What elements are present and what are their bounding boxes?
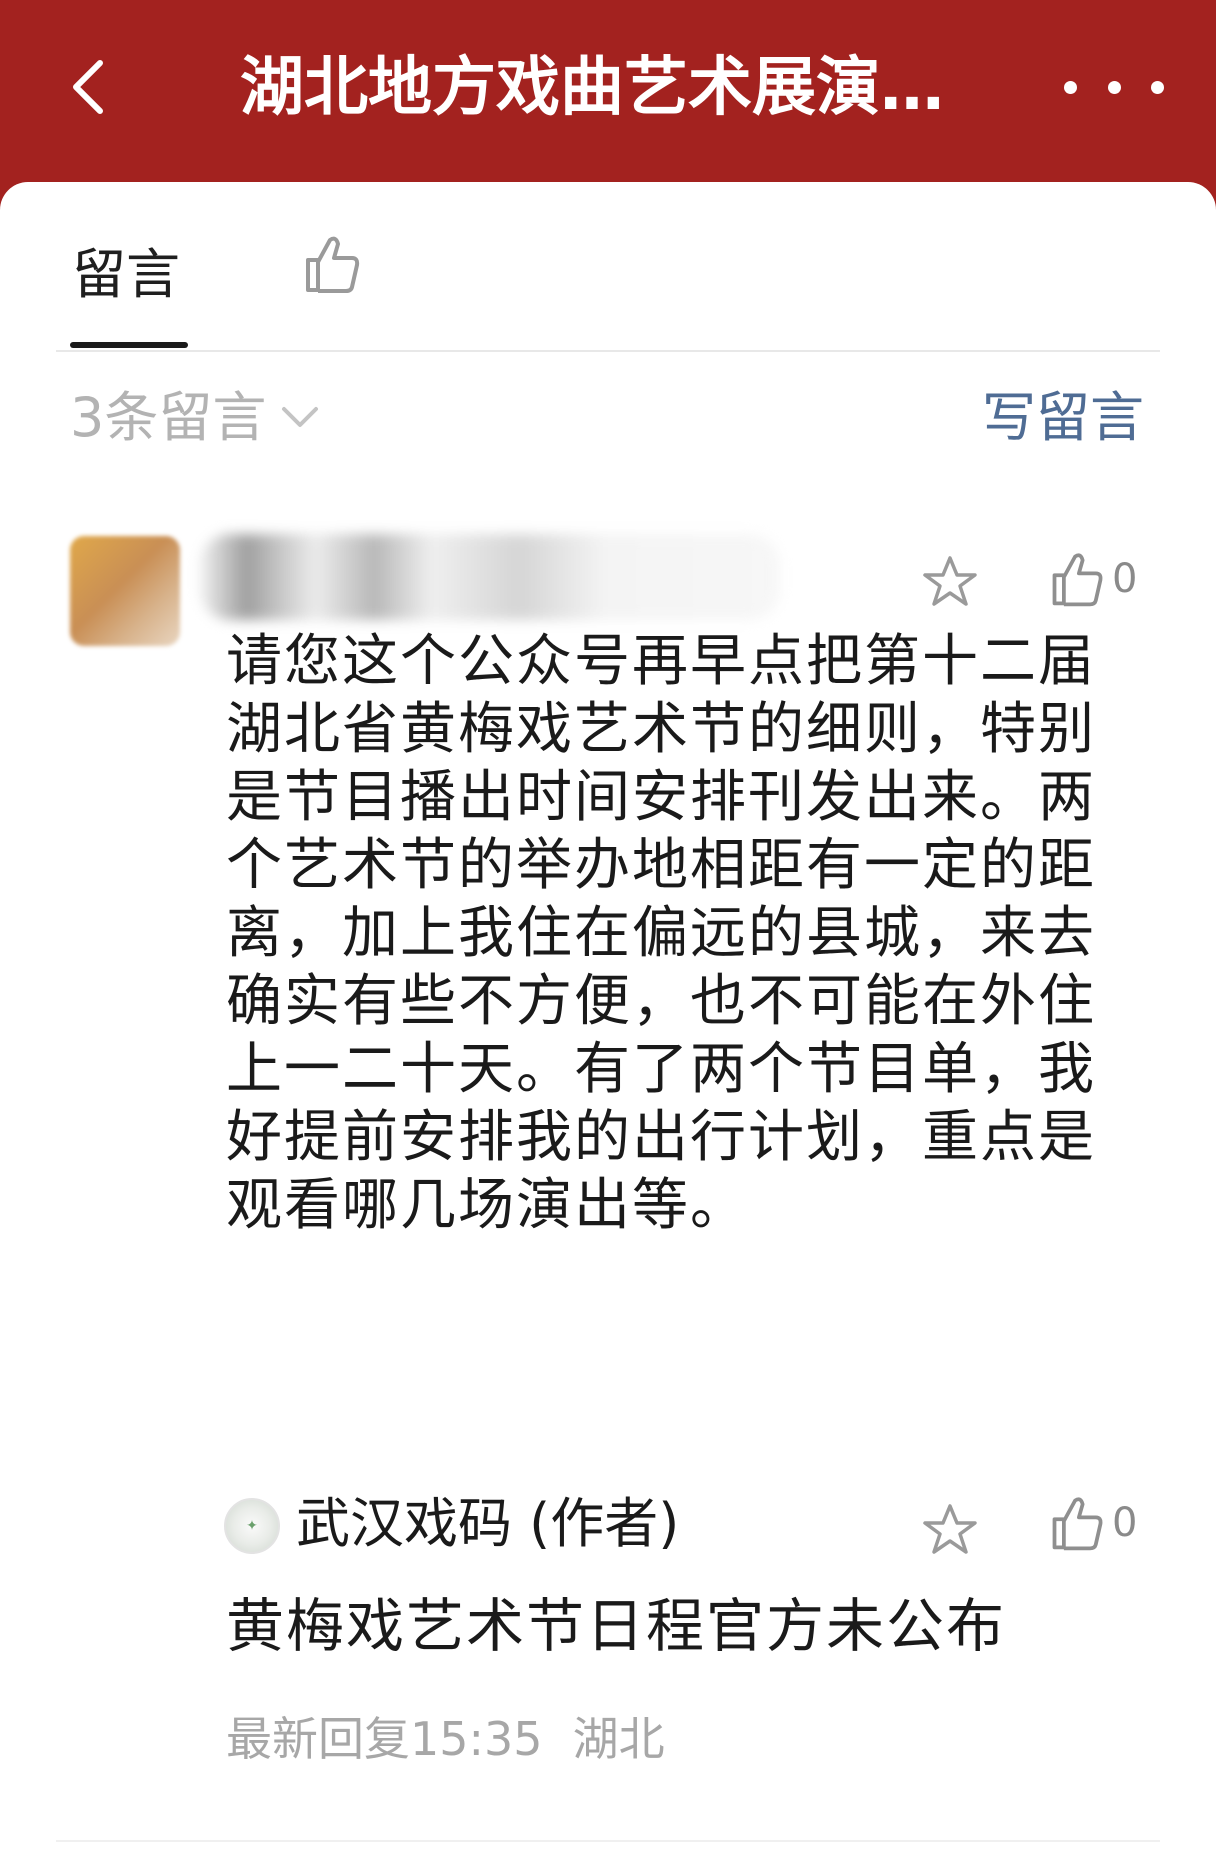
reply-time: 最新回复15:35 — [226, 1712, 543, 1766]
thumbs-up-icon — [306, 236, 360, 293]
thumbs-up-icon — [1052, 553, 1103, 607]
page-title: 湖北地方戏曲艺术展演… — [240, 51, 944, 125]
tab-divider — [56, 350, 1160, 352]
active-tab-indicator — [70, 342, 188, 348]
comment-count-dropdown[interactable]: 3条留言 — [70, 382, 320, 454]
like-button[interactable]: 0 — [1048, 544, 1137, 614]
more-dot — [1064, 80, 1077, 94]
reply-author[interactable]: 武汉戏码 (作者) — [296, 1484, 679, 1564]
app-header: 湖北地方戏曲艺术展演… — [0, 0, 1216, 190]
reply-favorite-button[interactable] — [922, 1500, 982, 1560]
more-dot — [1151, 80, 1164, 94]
reply-text: 黄梅戏艺术节日程官方未公布 — [226, 1592, 1007, 1660]
reply-like-button[interactable]: 0 — [1048, 1488, 1137, 1558]
reply-location: 湖北 — [572, 1712, 665, 1766]
reply-like-count: 0 — [1112, 1500, 1138, 1546]
thumbs-up-icon — [1052, 1497, 1103, 1551]
more-dot — [1107, 80, 1121, 94]
author-avatar-mark: ✦ — [246, 1518, 258, 1534]
divider — [56, 1840, 1160, 1842]
blurred-username — [200, 534, 780, 620]
star-icon — [923, 1504, 977, 1554]
tab-comments[interactable]: 留言 — [72, 240, 180, 310]
like-count: 0 — [1112, 556, 1138, 602]
favorite-button[interactable] — [922, 552, 982, 612]
comment-text: 请您这个公众号再早点把第十二届湖北省黄梅戏艺术节的细则，特别是节目播出时间安排刊… — [226, 629, 1096, 1238]
comment-count-label: 3条留言 — [70, 386, 267, 449]
chevron-left-icon — [73, 60, 103, 114]
tab-likes[interactable] — [302, 232, 366, 302]
avatar[interactable] — [70, 536, 180, 646]
comments-sheet: 留言 3条留言 写留言 0 请您这个公众号再早点把第十二届湖北省黄梅戏艺术节的细… — [0, 182, 1216, 1852]
more-button[interactable] — [1064, 62, 1164, 112]
reply-meta: 最新回复15:35 湖北 — [226, 1706, 665, 1772]
chevron-down-icon — [282, 407, 319, 427]
back-button[interactable] — [58, 52, 118, 122]
write-comment-button[interactable]: 写留言 — [982, 382, 1144, 454]
star-icon — [923, 556, 977, 606]
author-avatar[interactable]: ✦ — [224, 1498, 280, 1554]
